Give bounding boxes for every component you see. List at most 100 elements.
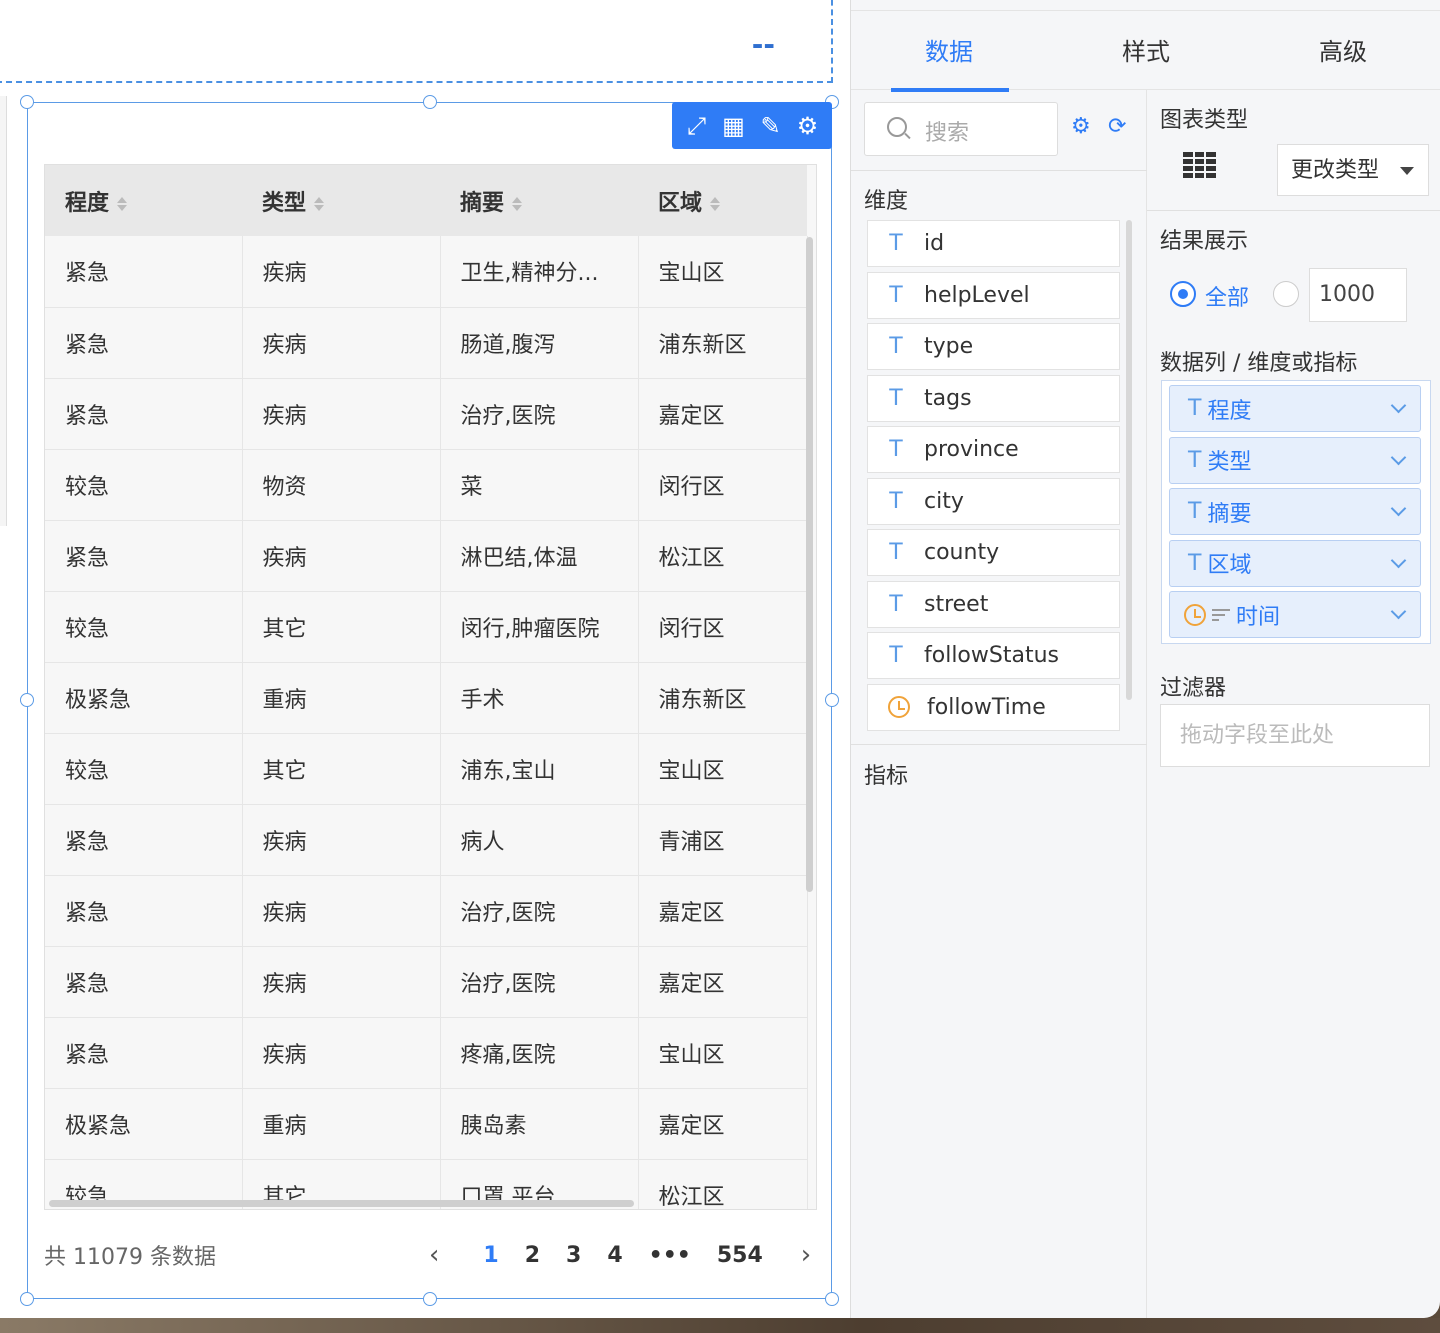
chevron-down-icon[interactable] bbox=[1390, 552, 1407, 568]
dimension-field[interactable]: ThelpLevel bbox=[867, 271, 1120, 319]
chevron-down-icon[interactable] bbox=[1390, 449, 1407, 465]
dimension-field[interactable]: Tid bbox=[867, 220, 1120, 267]
chevron-down-icon[interactable] bbox=[1390, 500, 1407, 517]
table-row[interactable]: 较急 其它 闵行,肿瘤医院 闵行区 bbox=[45, 591, 808, 663]
field-settings-icon[interactable]: ⚙ bbox=[1071, 116, 1091, 138]
table-cell: 嘉定区 bbox=[638, 875, 808, 947]
table-cell: 病人 bbox=[440, 804, 639, 876]
columns-drop-zone[interactable]: T 程度 T 类型 T 摘要 T 区域 时间 bbox=[1161, 380, 1431, 644]
column-chip[interactable]: T 类型 bbox=[1169, 436, 1421, 484]
dimension-field[interactable]: Ttags bbox=[867, 374, 1120, 422]
pagination: ‹ 1 2 3 4 ••• 554 › bbox=[429, 1232, 837, 1278]
table-cell: 极紧急 bbox=[45, 1088, 243, 1160]
tab-data[interactable]: 数据 bbox=[851, 11, 1047, 92]
table-cell: 疾病 bbox=[242, 378, 441, 450]
page-ellipsis[interactable]: ••• bbox=[649, 1243, 691, 1268]
table-row[interactable]: 较急 其它 浦东,宝山 宝山区 bbox=[45, 733, 808, 805]
dimension-field[interactable]: Ttype bbox=[867, 323, 1120, 370]
page-number[interactable]: 554 bbox=[717, 1243, 763, 1268]
sort-icon[interactable] bbox=[314, 196, 325, 211]
clock-icon bbox=[1184, 603, 1206, 626]
table-row[interactable]: 紧急 疾病 疼痛,医院 宝山区 bbox=[45, 1017, 808, 1089]
table-row[interactable]: 紧急 疾病 病人 青浦区 bbox=[45, 804, 808, 876]
dimension-field[interactable]: Tcounty bbox=[867, 529, 1120, 576]
table-cell: 嘉定区 bbox=[638, 378, 808, 450]
text-type-icon: T bbox=[1188, 550, 1202, 576]
dimension-field[interactable]: Tprovince bbox=[867, 426, 1120, 473]
page-number[interactable]: 4 bbox=[607, 1243, 622, 1268]
table-row[interactable]: 紧急 疾病 卫生,精神分... 宝山区 bbox=[45, 236, 808, 308]
page-number[interactable]: 3 bbox=[566, 1243, 581, 1268]
expand-icon[interactable]: ⤢ bbox=[680, 114, 714, 138]
filter-label: 过滤器 bbox=[1160, 676, 1227, 701]
result-limit-input[interactable]: 1000 bbox=[1309, 268, 1407, 322]
edit-icon[interactable]: ✎ bbox=[754, 114, 788, 138]
text-type-icon: T bbox=[889, 437, 903, 462]
table-row[interactable]: 紧急 疾病 淋巴结,体温 松江区 bbox=[45, 520, 808, 592]
dimension-field[interactable]: Tcity bbox=[867, 477, 1120, 525]
sort-icon[interactable] bbox=[710, 196, 721, 211]
table-cell: 松江区 bbox=[638, 1159, 808, 1209]
gear-icon[interactable]: ⚙ bbox=[791, 114, 825, 138]
dimension-field[interactable]: Tstreet bbox=[867, 580, 1120, 628]
horizontal-scrollbar[interactable] bbox=[49, 1200, 634, 1207]
text-type-icon: T bbox=[1188, 396, 1202, 421]
resize-handle-bottom-right[interactable] bbox=[825, 1292, 839, 1306]
resize-handle-top[interactable] bbox=[423, 95, 437, 109]
table-row[interactable]: 紧急 疾病 治疗,医院 嘉定区 bbox=[45, 875, 808, 947]
field-search-input[interactable]: 搜索 bbox=[864, 102, 1058, 156]
sort-icon[interactable] bbox=[512, 196, 523, 211]
title-widget[interactable]: -- bbox=[0, 0, 833, 83]
table-cell: 宝山区 bbox=[638, 733, 808, 805]
table-row[interactable]: 极紧急 重病 胰岛素 嘉定区 bbox=[45, 1088, 808, 1160]
column-chip[interactable]: 时间 bbox=[1169, 591, 1421, 638]
text-type-icon: T bbox=[889, 231, 903, 256]
table-cell: 紧急 bbox=[45, 520, 243, 592]
resize-handle-bottom[interactable] bbox=[423, 1292, 437, 1306]
text-type-icon: T bbox=[1188, 499, 1202, 524]
radio-limit[interactable] bbox=[1273, 281, 1299, 307]
table-row[interactable]: 紧急 疾病 治疗,医院 嘉定区 bbox=[45, 946, 808, 1018]
sort-icon[interactable] bbox=[117, 196, 128, 211]
radio-all[interactable] bbox=[1170, 281, 1196, 307]
chevron-down-icon[interactable] bbox=[1390, 397, 1407, 414]
vertical-scrollbar[interactable] bbox=[806, 237, 813, 892]
table-row[interactable]: 极紧急 重病 手术 浦东新区 bbox=[45, 662, 808, 734]
page-number[interactable]: 2 bbox=[525, 1243, 540, 1268]
next-page-button[interactable]: › bbox=[801, 1240, 811, 1270]
metrics-label: 指标 bbox=[864, 764, 909, 789]
page-number[interactable]: 1 bbox=[483, 1243, 498, 1268]
column-header[interactable]: 类型 bbox=[242, 165, 440, 236]
column-header[interactable]: 程度 bbox=[45, 165, 242, 236]
resize-handle-top-left[interactable] bbox=[20, 95, 34, 109]
table-row[interactable]: 紧急 疾病 肠道,腹泻 浦东新区 bbox=[45, 307, 808, 379]
column-header[interactable]: 区域 bbox=[638, 165, 807, 236]
change-type-select[interactable]: 更改类型 bbox=[1277, 144, 1429, 196]
table-cell: 浦东新区 bbox=[638, 662, 808, 734]
dimension-scrollbar[interactable] bbox=[1126, 220, 1132, 700]
chevron-down-icon[interactable] bbox=[1390, 603, 1407, 620]
refresh-icon[interactable]: ⟳ bbox=[1108, 116, 1126, 138]
total-count: 共 11079 条数据 bbox=[44, 1245, 216, 1270]
text-type-icon: T bbox=[889, 540, 903, 565]
column-header[interactable]: 摘要 bbox=[440, 165, 638, 236]
grid-icon[interactable]: ▦ bbox=[717, 114, 751, 138]
column-chip[interactable]: T 摘要 bbox=[1169, 488, 1421, 535]
prev-page-button[interactable]: ‹ bbox=[429, 1240, 439, 1270]
table-cell: 卫生,精神分... bbox=[440, 236, 639, 308]
dimension-list: Tid ThelpLevel Ttype Ttags Tprovince Tcity Tco… bbox=[867, 220, 1120, 750]
tab-advanced[interactable]: 高级 bbox=[1245, 11, 1440, 91]
resize-handle-bottom-left[interactable] bbox=[20, 1292, 34, 1306]
column-chip[interactable]: T 区域 bbox=[1169, 539, 1421, 587]
tab-style[interactable]: 样式 bbox=[1048, 11, 1244, 91]
table-cell: 紧急 bbox=[45, 236, 243, 308]
resize-handle-left[interactable] bbox=[20, 693, 34, 707]
resize-handle-right[interactable] bbox=[825, 693, 839, 707]
table-row[interactable]: 紧急 疾病 治疗,医院 嘉定区 bbox=[45, 378, 808, 450]
dimension-field[interactable]: followTime bbox=[867, 683, 1120, 731]
table-row[interactable]: 较急 物资菜闵行区 bbox=[45, 449, 808, 521]
dimension-field-name: street bbox=[924, 591, 989, 617]
dimension-field[interactable]: TfollowStatus bbox=[867, 632, 1120, 679]
filter-drop-zone[interactable]: 拖动字段至此处 bbox=[1160, 704, 1430, 767]
column-chip[interactable]: T 程度 bbox=[1169, 385, 1421, 432]
